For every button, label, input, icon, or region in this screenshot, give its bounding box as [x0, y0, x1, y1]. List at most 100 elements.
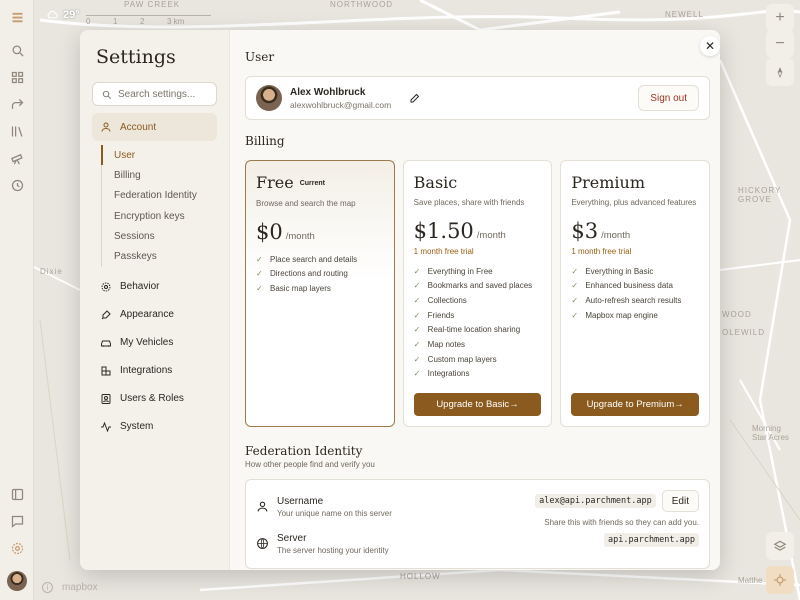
paintbrush-icon: [101, 310, 111, 320]
server-label: Server: [277, 533, 307, 544]
search-icon[interactable]: [7, 40, 27, 60]
search-placeholder: Search settings...: [118, 88, 196, 100]
federation-subtitle: How other people find and verify you: [245, 460, 375, 469]
feature-item: ✓ Mapbox map engine: [571, 310, 658, 320]
nav-appearance[interactable]: Appearance: [92, 301, 217, 329]
feature-item: ✓ Friends: [413, 310, 455, 320]
plan-features: ✓ Everything in Free ✓ Bookmarks and saved…: [414, 264, 542, 382]
share-arrow-icon[interactable]: [7, 94, 27, 114]
blocks-icon: [101, 366, 111, 376]
map-label: Morning Star Acres: [752, 424, 789, 442]
check-icon: ✓: [413, 281, 421, 291]
scale-label: 0: [86, 17, 91, 26]
telescope-icon[interactable]: [7, 148, 27, 168]
close-icon: ✕: [704, 39, 716, 53]
map-label: Matthe: [738, 576, 763, 585]
check-icon: ✓: [413, 369, 421, 379]
user-section-title: User: [245, 50, 275, 64]
library-icon[interactable]: [7, 121, 27, 141]
close-button[interactable]: ✕: [700, 36, 720, 56]
zoom-out-icon[interactable]: −: [766, 30, 794, 58]
user-name: Alex Wohlbruck: [290, 86, 366, 98]
map-scale-bar: [86, 10, 211, 16]
username-desc: Your unique name on this server: [277, 509, 392, 518]
nav-system[interactable]: System: [92, 413, 217, 441]
plan-period: /month: [476, 229, 506, 241]
nav-behavior-label: Behavior: [120, 281, 160, 293]
plan-price: $0: [256, 219, 283, 244]
feature-item: ✓ Enhanced business data: [571, 281, 673, 291]
subnav-billing[interactable]: Billing: [102, 165, 217, 185]
locate-icon[interactable]: [766, 566, 794, 594]
feature-item: ✓ Directions and routing: [256, 269, 348, 279]
info-icon[interactable]: i: [42, 582, 53, 593]
settings-content[interactable]: User Alex Wohlbruck alexwohlbruck@gmail.…: [230, 30, 720, 570]
layers-icon[interactable]: [766, 532, 794, 560]
plan-card-basic: Basic Save places, share with friends $1…: [402, 160, 553, 427]
nav-my-vehicles[interactable]: My Vehicles: [92, 329, 217, 357]
feature-item: ✓ Real-time location sharing: [413, 325, 521, 335]
subnav-user[interactable]: User: [101, 145, 217, 166]
nav-account[interactable]: Account: [92, 113, 217, 141]
nav-users-roles[interactable]: Users & Roles: [92, 385, 217, 413]
plan-card-free: Free Current Browse and search the map $0…: [245, 160, 395, 427]
globe-icon: [257, 538, 268, 549]
grid-icon[interactable]: [7, 67, 27, 87]
arrow-right-icon: →: [509, 399, 519, 410]
nav-integrations[interactable]: Integrations: [92, 357, 217, 385]
weather-widget[interactable]: 29°: [46, 8, 80, 21]
user-icon: [101, 122, 111, 132]
nav-appearance-label: Appearance: [120, 309, 174, 321]
subnav-encryption-keys[interactable]: Encryption keys: [102, 206, 217, 226]
check-icon: ✓: [413, 340, 421, 350]
plan-features: ✓ Place search and details ✓ Directions an…: [256, 252, 384, 296]
feature-item: ✓ Place search and details: [256, 254, 358, 264]
plans-grid: Free Current Browse and search the map $0…: [245, 160, 711, 427]
nav-behavior[interactable]: Behavior: [92, 273, 217, 301]
feature-item: ✓ Everything in Free: [413, 266, 493, 276]
settings-sidebar: Settings Search settings... Account User…: [80, 30, 230, 570]
settings-modal: Settings Search settings... Account User…: [80, 30, 720, 570]
user-icon: [257, 501, 268, 512]
plan-period: /month: [601, 229, 631, 241]
edit-username-button[interactable]: Edit: [661, 490, 699, 512]
feedback-icon[interactable]: [7, 511, 27, 531]
subnav-sessions[interactable]: Sessions: [102, 226, 217, 246]
subnav-passkeys[interactable]: Passkeys: [102, 246, 217, 266]
upgrade-basic-button[interactable]: Upgrade to Basic →: [413, 393, 542, 416]
map-label: NORTHWOOD: [330, 0, 394, 9]
plan-card-premium: Premium Everything, plus advanced featur…: [560, 160, 711, 427]
activity-icon: [101, 421, 111, 433]
app-logo-icon[interactable]: [7, 7, 27, 27]
pencil-icon[interactable]: [409, 92, 421, 104]
sidebar-toggle-icon[interactable]: [7, 484, 27, 504]
federation-card: Username Your unique name on this server…: [245, 479, 710, 569]
share-hint: Share this with friends so they can add …: [544, 518, 699, 527]
history-icon[interactable]: [7, 175, 27, 195]
username-value: alex@api.parchment.app: [535, 494, 656, 508]
server-row: Server The server hosting your identity …: [256, 533, 699, 555]
settings-gear-icon[interactable]: [7, 538, 27, 558]
plan-features: ✓ Everything in Basic ✓ Enhanced business …: [571, 264, 699, 323]
trial-note: 1 month free trial: [413, 246, 474, 256]
map-label: HOLLOW: [400, 572, 441, 581]
contact-icon: [101, 393, 111, 404]
zoom-in-icon[interactable]: +: [766, 4, 794, 32]
compass-icon[interactable]: [766, 58, 794, 86]
username-row: Username Your unique name on this server…: [256, 490, 699, 527]
user-avatar[interactable]: [7, 571, 27, 591]
feature-item: ✓ Everything in Basic: [571, 266, 654, 276]
sign-out-button[interactable]: Sign out: [638, 85, 699, 111]
subnav-federation-identity[interactable]: Federation Identity: [102, 186, 217, 206]
check-icon: ✓: [413, 325, 421, 335]
settings-search-input[interactable]: Search settings...: [92, 82, 217, 106]
temperature: 29°: [63, 8, 80, 21]
scale-label: 2: [140, 17, 145, 26]
upgrade-premium-button[interactable]: Upgrade to Premium →: [571, 393, 700, 416]
plan-desc: Everything, plus advanced features: [571, 198, 697, 207]
check-icon: ✓: [413, 310, 421, 320]
feature-item: ✓ Bookmarks and saved places: [413, 281, 533, 291]
check-icon: ✓: [256, 254, 263, 264]
current-badge: Current: [299, 180, 325, 188]
plan-period: /month: [285, 230, 315, 242]
